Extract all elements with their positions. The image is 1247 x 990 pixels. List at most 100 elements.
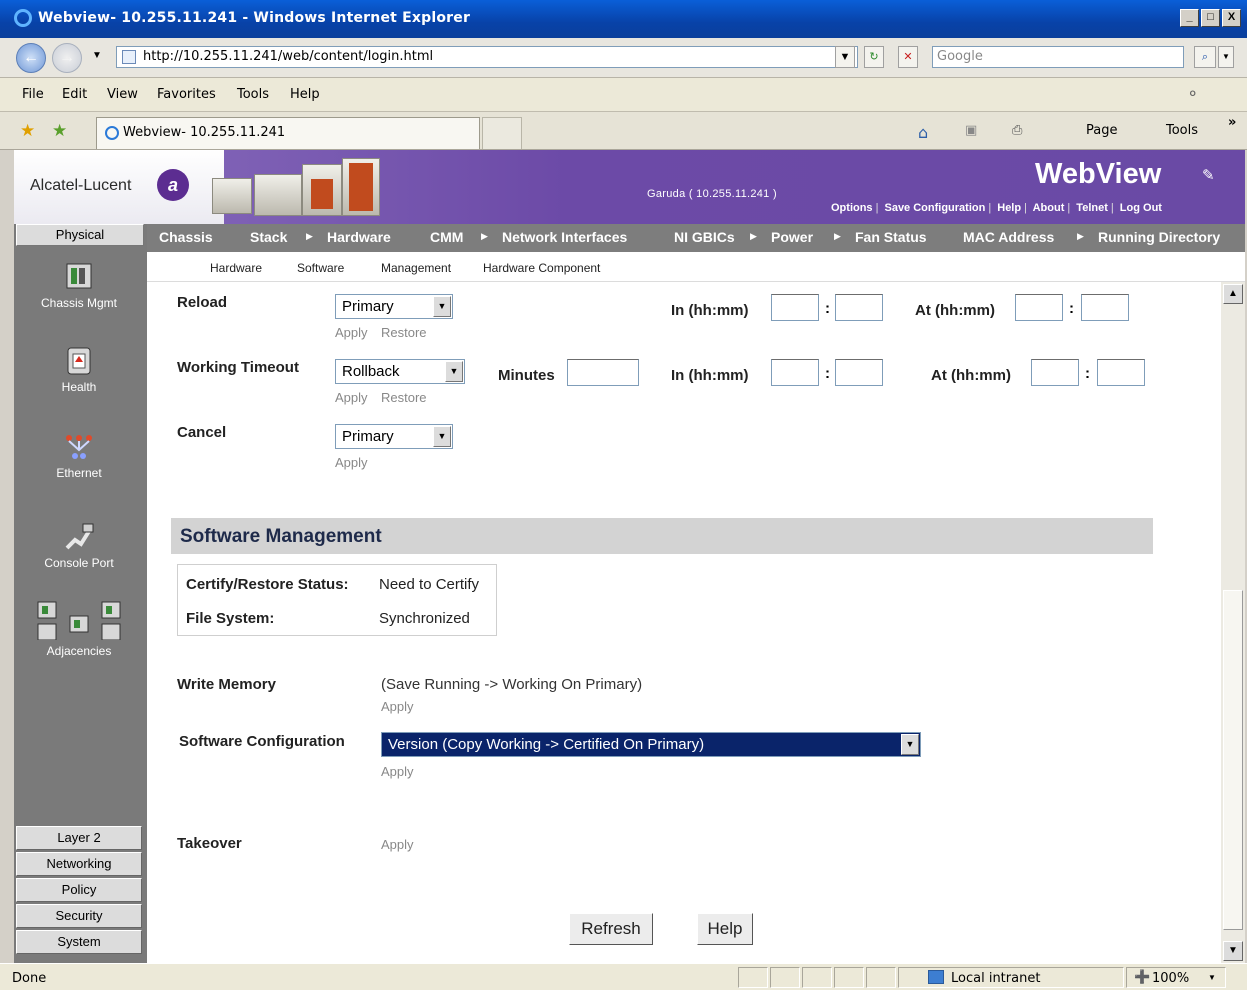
cancel-apply-link[interactable]: Apply [335, 455, 368, 470]
nav-power[interactable]: Power [771, 229, 813, 245]
tools-menu[interactable]: Tools [1166, 123, 1198, 138]
nav-hardware[interactable]: Hardware [327, 229, 391, 245]
new-tab-button[interactable] [482, 117, 522, 149]
close-window-button[interactable]: X [1222, 9, 1241, 27]
menu-file[interactable]: File [22, 87, 44, 102]
software-configuration-select[interactable]: Version (Copy Working -> Certified On Pr… [381, 732, 921, 757]
nav-mac-address[interactable]: MAC Address [963, 229, 1054, 245]
nav-ethernet[interactable]: Ethernet [14, 430, 144, 480]
reload-restore-link[interactable]: Restore [381, 325, 427, 340]
write-memory-apply-link[interactable]: Apply [381, 699, 414, 714]
nav-ni-gbics[interactable]: NI GBICs [674, 229, 735, 245]
help-button[interactable]: Help [697, 913, 753, 945]
forward-button[interactable]: → [52, 43, 82, 73]
takeover-label: Takeover [177, 835, 242, 852]
minutes-input[interactable] [567, 359, 639, 386]
category-policy[interactable]: Policy [16, 878, 142, 902]
menu-favorites[interactable]: Favorites [157, 87, 216, 102]
working-timeout-select[interactable]: Rollback ▼ [335, 359, 465, 384]
working-timeout-restore-link[interactable]: Restore [381, 390, 427, 405]
category-networking[interactable]: Networking [16, 852, 142, 876]
software-configuration-apply-link[interactable]: Apply [381, 764, 414, 779]
working-timeout-at-minutes-input[interactable] [1097, 359, 1145, 386]
category-system[interactable]: System [16, 930, 142, 954]
certify-status-value: Need to Certify [379, 576, 480, 593]
stop-icon[interactable]: ✕ [898, 46, 918, 68]
maximize-button[interactable]: □ [1201, 9, 1220, 27]
zoom-level[interactable]: 100% [1152, 971, 1189, 986]
more-commands-icon[interactable]: » [1228, 115, 1236, 130]
about-link[interactable]: About [1033, 202, 1065, 214]
nav-fan-status[interactable]: Fan Status [855, 229, 927, 245]
home-icon[interactable]: ⌂ [918, 123, 928, 142]
reload-select[interactable]: Primary ▼ [335, 294, 453, 319]
refresh-icon[interactable]: ↻ [864, 46, 884, 68]
nav-network-interfaces[interactable]: Network Interfaces [502, 229, 627, 245]
status-pane [834, 967, 864, 988]
reload-at-minutes-input[interactable] [1081, 294, 1129, 321]
working-timeout-apply-link[interactable]: Apply [335, 390, 368, 405]
menu-tools[interactable]: Tools [237, 87, 269, 102]
tab-webview[interactable]: Webview- 10.255.11.241 [96, 117, 480, 149]
address-dropdown-button[interactable]: ▼ [835, 46, 855, 68]
nav-health[interactable]: Health [14, 344, 144, 394]
page-menu[interactable]: Page [1086, 123, 1117, 138]
address-input[interactable]: http://10.255.11.241/web/content/login.h… [116, 46, 858, 68]
nav-console-port[interactable]: Console Port [14, 520, 144, 570]
history-dropdown-icon[interactable]: ▼ [92, 50, 102, 61]
takeover-apply-link[interactable]: Apply [381, 837, 414, 852]
search-input[interactable]: Google [932, 46, 1184, 68]
subnav-software[interactable]: Software [297, 261, 344, 275]
address-text: http://10.255.11.241/web/content/login.h… [143, 49, 434, 64]
refresh-button[interactable]: Refresh [569, 913, 653, 945]
nav-cmm[interactable]: CMM [430, 229, 463, 245]
reload-in-hours-input[interactable] [771, 294, 819, 321]
subnav-hardware[interactable]: Hardware [210, 261, 262, 275]
working-timeout-at-hours-input[interactable] [1031, 359, 1079, 386]
print-icon[interactable]: ⎙ [1012, 123, 1022, 138]
reload-in-minutes-input[interactable] [835, 294, 883, 321]
back-button[interactable]: ← [16, 43, 46, 73]
cancel-select[interactable]: Primary ▼ [335, 424, 453, 449]
telnet-link[interactable]: Telnet [1076, 202, 1108, 214]
sub-nav: Hardware Software Management Hardware Co… [147, 252, 1245, 282]
search-icon[interactable]: ⌕ [1194, 46, 1216, 68]
device-image [254, 174, 302, 216]
working-timeout-in-minutes-input[interactable] [835, 359, 883, 386]
menu-view[interactable]: View [107, 87, 138, 102]
nav-adjacencies[interactable]: Adjacencies [14, 600, 144, 658]
reload-apply-link[interactable]: Apply [335, 325, 368, 340]
arrow-icon: ▶ [1077, 231, 1084, 241]
logout-link[interactable]: Log Out [1120, 202, 1162, 214]
working-timeout-in-hours-input[interactable] [771, 359, 819, 386]
reload-at-hours-input[interactable] [1015, 294, 1063, 321]
nav-stack[interactable]: Stack [250, 229, 287, 245]
status-pane [738, 967, 768, 988]
scroll-up-icon[interactable]: ▲ [1223, 284, 1243, 304]
scroll-thumb[interactable] [1223, 590, 1243, 930]
category-security[interactable]: Security [16, 904, 142, 928]
category-layer-2[interactable]: Layer 2 [16, 826, 142, 850]
physical-button[interactable]: Physical [16, 224, 144, 246]
favorites-star-icon[interactable]: ★ [20, 121, 35, 141]
help-link[interactable]: Help [997, 202, 1021, 214]
minimize-button[interactable]: _ [1180, 9, 1199, 27]
feeds-icon[interactable]: ▣ [965, 123, 977, 138]
options-link[interactable]: Options [831, 202, 873, 214]
ie-brand-icon: ⚬ [1186, 86, 1200, 103]
search-options-icon[interactable]: ▼ [1218, 46, 1234, 68]
subnav-hardware-component[interactable]: Hardware Component [483, 261, 600, 275]
vertical-scrollbar[interactable]: ▲ ▼ [1221, 282, 1245, 963]
nav-chassis-mgmt[interactable]: Chassis Mgmt [14, 260, 144, 310]
scroll-down-icon[interactable]: ▼ [1223, 941, 1243, 961]
menu-edit[interactable]: Edit [62, 87, 87, 102]
save-configuration-link[interactable]: Save Configuration [884, 202, 985, 214]
add-favorite-icon[interactable]: ★ [52, 121, 67, 141]
working-timeout-label: Working Timeout [177, 359, 299, 376]
nav-running-directory[interactable]: Running Directory [1098, 229, 1220, 245]
status-pane [802, 967, 832, 988]
zoom-dropdown-icon[interactable]: ▼ [1208, 973, 1216, 982]
subnav-management[interactable]: Management [381, 261, 451, 275]
nav-chassis[interactable]: Chassis [159, 229, 213, 245]
menu-help[interactable]: Help [290, 87, 320, 102]
